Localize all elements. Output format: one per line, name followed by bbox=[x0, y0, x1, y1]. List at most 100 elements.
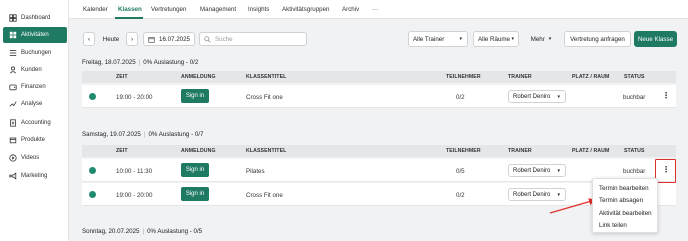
sidebar-item-aktivitaeten[interactable]: Aktivitäten bbox=[3, 27, 67, 43]
room-filter[interactable]: Alle Räume ▾ bbox=[473, 31, 519, 47]
tab-insights[interactable]: Insights bbox=[248, 6, 269, 13]
table-header: ZEIT ANMELDUNG KLASSENTITEL TEILNEHMER T… bbox=[82, 71, 676, 83]
separator: | bbox=[138, 59, 141, 66]
wallet-icon bbox=[8, 83, 17, 92]
tab-aktivitaetsgruppen[interactable]: Aktivitätsgruppen bbox=[282, 6, 329, 13]
menu-item-cancel-appointment[interactable]: Termin absagen bbox=[599, 197, 643, 204]
sidebar-item-label: Accounting bbox=[21, 120, 51, 126]
new-class-button[interactable]: Neue Klasse bbox=[634, 31, 677, 47]
chevron-down-icon: ▾ bbox=[459, 36, 462, 42]
row-status: buchbar bbox=[623, 168, 646, 175]
trainer-name: Robert Deniro bbox=[513, 93, 551, 100]
col-room: PLATZ / RAUM bbox=[572, 74, 610, 80]
col-status: STATUS bbox=[624, 148, 645, 154]
menu-item-share-link[interactable]: Link teilen bbox=[599, 222, 627, 229]
tab-more[interactable]: ··· bbox=[372, 6, 378, 13]
menu-item-edit-activity[interactable]: Aktivität bearbeiten bbox=[599, 210, 652, 217]
day-utilization: 0% Auslastung - 0/2 bbox=[143, 59, 199, 66]
request-substitute-button[interactable]: Vertretung anfragen bbox=[564, 31, 631, 47]
sidebar-item-finanzen[interactable]: Finanzen bbox=[0, 79, 69, 95]
document-icon bbox=[8, 119, 17, 128]
day-header: Sonntag, 20.07.2025 | 0% Auslastung - 0/5 bbox=[82, 228, 202, 235]
search-icon bbox=[204, 35, 211, 43]
tab-kalender[interactable]: Kalender bbox=[83, 6, 108, 13]
col-signup: ANMELDUNG bbox=[181, 74, 216, 80]
sidebar-item-kunden[interactable]: Kunden bbox=[0, 62, 69, 78]
tab-vertretungen[interactable]: Vertretungen bbox=[151, 6, 186, 13]
highlight-box bbox=[655, 159, 676, 183]
top-nav: Kalender Klassen Vertretungen Management… bbox=[69, 0, 688, 19]
grid-icon bbox=[8, 31, 17, 40]
sidebar-item-label: Aktivitäten bbox=[21, 32, 49, 38]
box-icon bbox=[8, 136, 17, 145]
room-filter-label: Alle Räume bbox=[478, 35, 510, 43]
sidebar-item-label: Dashboard bbox=[21, 15, 51, 21]
kebab-menu-icon[interactable]: ⋮ bbox=[662, 92, 670, 100]
sign-in-button[interactable]: Sign in bbox=[181, 89, 209, 103]
sidebar-item-accounting[interactable]: Accounting bbox=[0, 115, 69, 131]
separator: | bbox=[143, 131, 146, 138]
chevron-down-icon: ▾ bbox=[511, 36, 514, 42]
sidebar-item-buchungen[interactable]: Buchungen bbox=[0, 45, 69, 61]
more-label: Mehr bbox=[530, 35, 545, 43]
sign-in-button[interactable]: Sign in bbox=[181, 163, 209, 177]
col-title: KLASSENTITEL bbox=[246, 74, 287, 80]
more-dropdown[interactable]: Mehr ▾ bbox=[526, 31, 556, 47]
context-menu: Termin bearbeiten Termin absagen Aktivit… bbox=[592, 178, 658, 233]
sidebar-item-marketing[interactable]: Marketing bbox=[0, 168, 69, 184]
col-time: ZEIT bbox=[116, 148, 128, 154]
sidebar-item-produkte[interactable]: Produkte bbox=[0, 132, 69, 148]
tab-management[interactable]: Management bbox=[200, 6, 236, 13]
chart-icon bbox=[8, 100, 17, 109]
table-header: ZEIT ANMELDUNG KLASSENTITEL TEILNEHMER T… bbox=[82, 145, 676, 157]
trainer-name: Robert Deniro bbox=[513, 167, 551, 174]
col-status: STATUS bbox=[624, 74, 645, 80]
user-icon bbox=[8, 66, 17, 75]
active-tab-indicator bbox=[115, 17, 143, 19]
day-date: Sonntag, 20.07.2025 bbox=[82, 228, 140, 235]
calendar-icon bbox=[148, 36, 155, 43]
table-row: 19:00 - 20:00 Sign in Cross Fit one 0/2 … bbox=[82, 85, 676, 108]
day-utilization: 0% Auslastung - 0/5 bbox=[147, 228, 203, 235]
sidebar-item-label: Marketing bbox=[21, 173, 48, 179]
sidebar-item-label: Finanzen bbox=[21, 84, 46, 90]
sidebar-item-analyse[interactable]: Analyse bbox=[0, 96, 69, 112]
chevron-down-icon: ▾ bbox=[557, 93, 560, 100]
separator: | bbox=[142, 228, 145, 235]
status-dot bbox=[89, 93, 96, 100]
row-time: 19:00 - 20:00 bbox=[116, 192, 153, 199]
megaphone-icon bbox=[8, 172, 17, 181]
col-signup: ANMELDUNG bbox=[181, 148, 216, 154]
trainer-select[interactable]: Robert Deniro ▾ bbox=[508, 90, 566, 103]
row-title: Cross Fit one bbox=[246, 94, 283, 101]
col-trainer: TRAINER bbox=[508, 148, 532, 154]
col-participants: TEILNEHMER bbox=[446, 148, 481, 154]
row-time: 19:00 - 20:00 bbox=[116, 94, 153, 101]
tab-klassen[interactable]: Klassen bbox=[118, 6, 142, 13]
play-icon bbox=[8, 154, 17, 163]
day-header: Samstag, 19.07.2025 | 0% Auslastung - 0/7 bbox=[82, 131, 203, 138]
sidebar-item-label: Kunden bbox=[21, 67, 42, 73]
today-button[interactable]: Heute bbox=[97, 32, 125, 46]
trainer-select[interactable]: Robert Deniro ▾ bbox=[508, 164, 566, 177]
prev-button[interactable]: ‹ bbox=[83, 32, 95, 46]
sidebar-item-videos[interactable]: Videos bbox=[0, 150, 69, 166]
next-button[interactable]: › bbox=[126, 32, 138, 46]
sign-in-button[interactable]: Sign in bbox=[181, 187, 209, 201]
date-picker[interactable]: 16.07.2025 bbox=[143, 32, 195, 46]
day-date: Freitag, 18.07.2025 bbox=[82, 59, 136, 66]
search-input[interactable]: Suche bbox=[199, 32, 307, 46]
status-dot bbox=[89, 191, 96, 198]
trainer-name: Robert Deniro bbox=[513, 191, 551, 198]
sidebar-item-label: Videos bbox=[21, 155, 40, 161]
tab-archiv[interactable]: Archiv bbox=[342, 6, 359, 13]
row-participants: 0/2 bbox=[456, 192, 465, 199]
menu-item-edit-appointment[interactable]: Termin bearbeiten bbox=[599, 185, 649, 192]
row-time: 10:00 - 11:30 bbox=[116, 168, 153, 175]
trainer-filter[interactable]: Alle Trainer ▾ bbox=[408, 31, 468, 47]
sidebar-item-dashboard[interactable]: Dashboard bbox=[0, 10, 69, 26]
col-title: KLASSENTITEL bbox=[246, 148, 287, 154]
trainer-filter-label: Alle Trainer bbox=[413, 35, 445, 43]
search-placeholder: Suche bbox=[215, 35, 233, 43]
sidebar-item-label: Produkte bbox=[21, 137, 46, 143]
